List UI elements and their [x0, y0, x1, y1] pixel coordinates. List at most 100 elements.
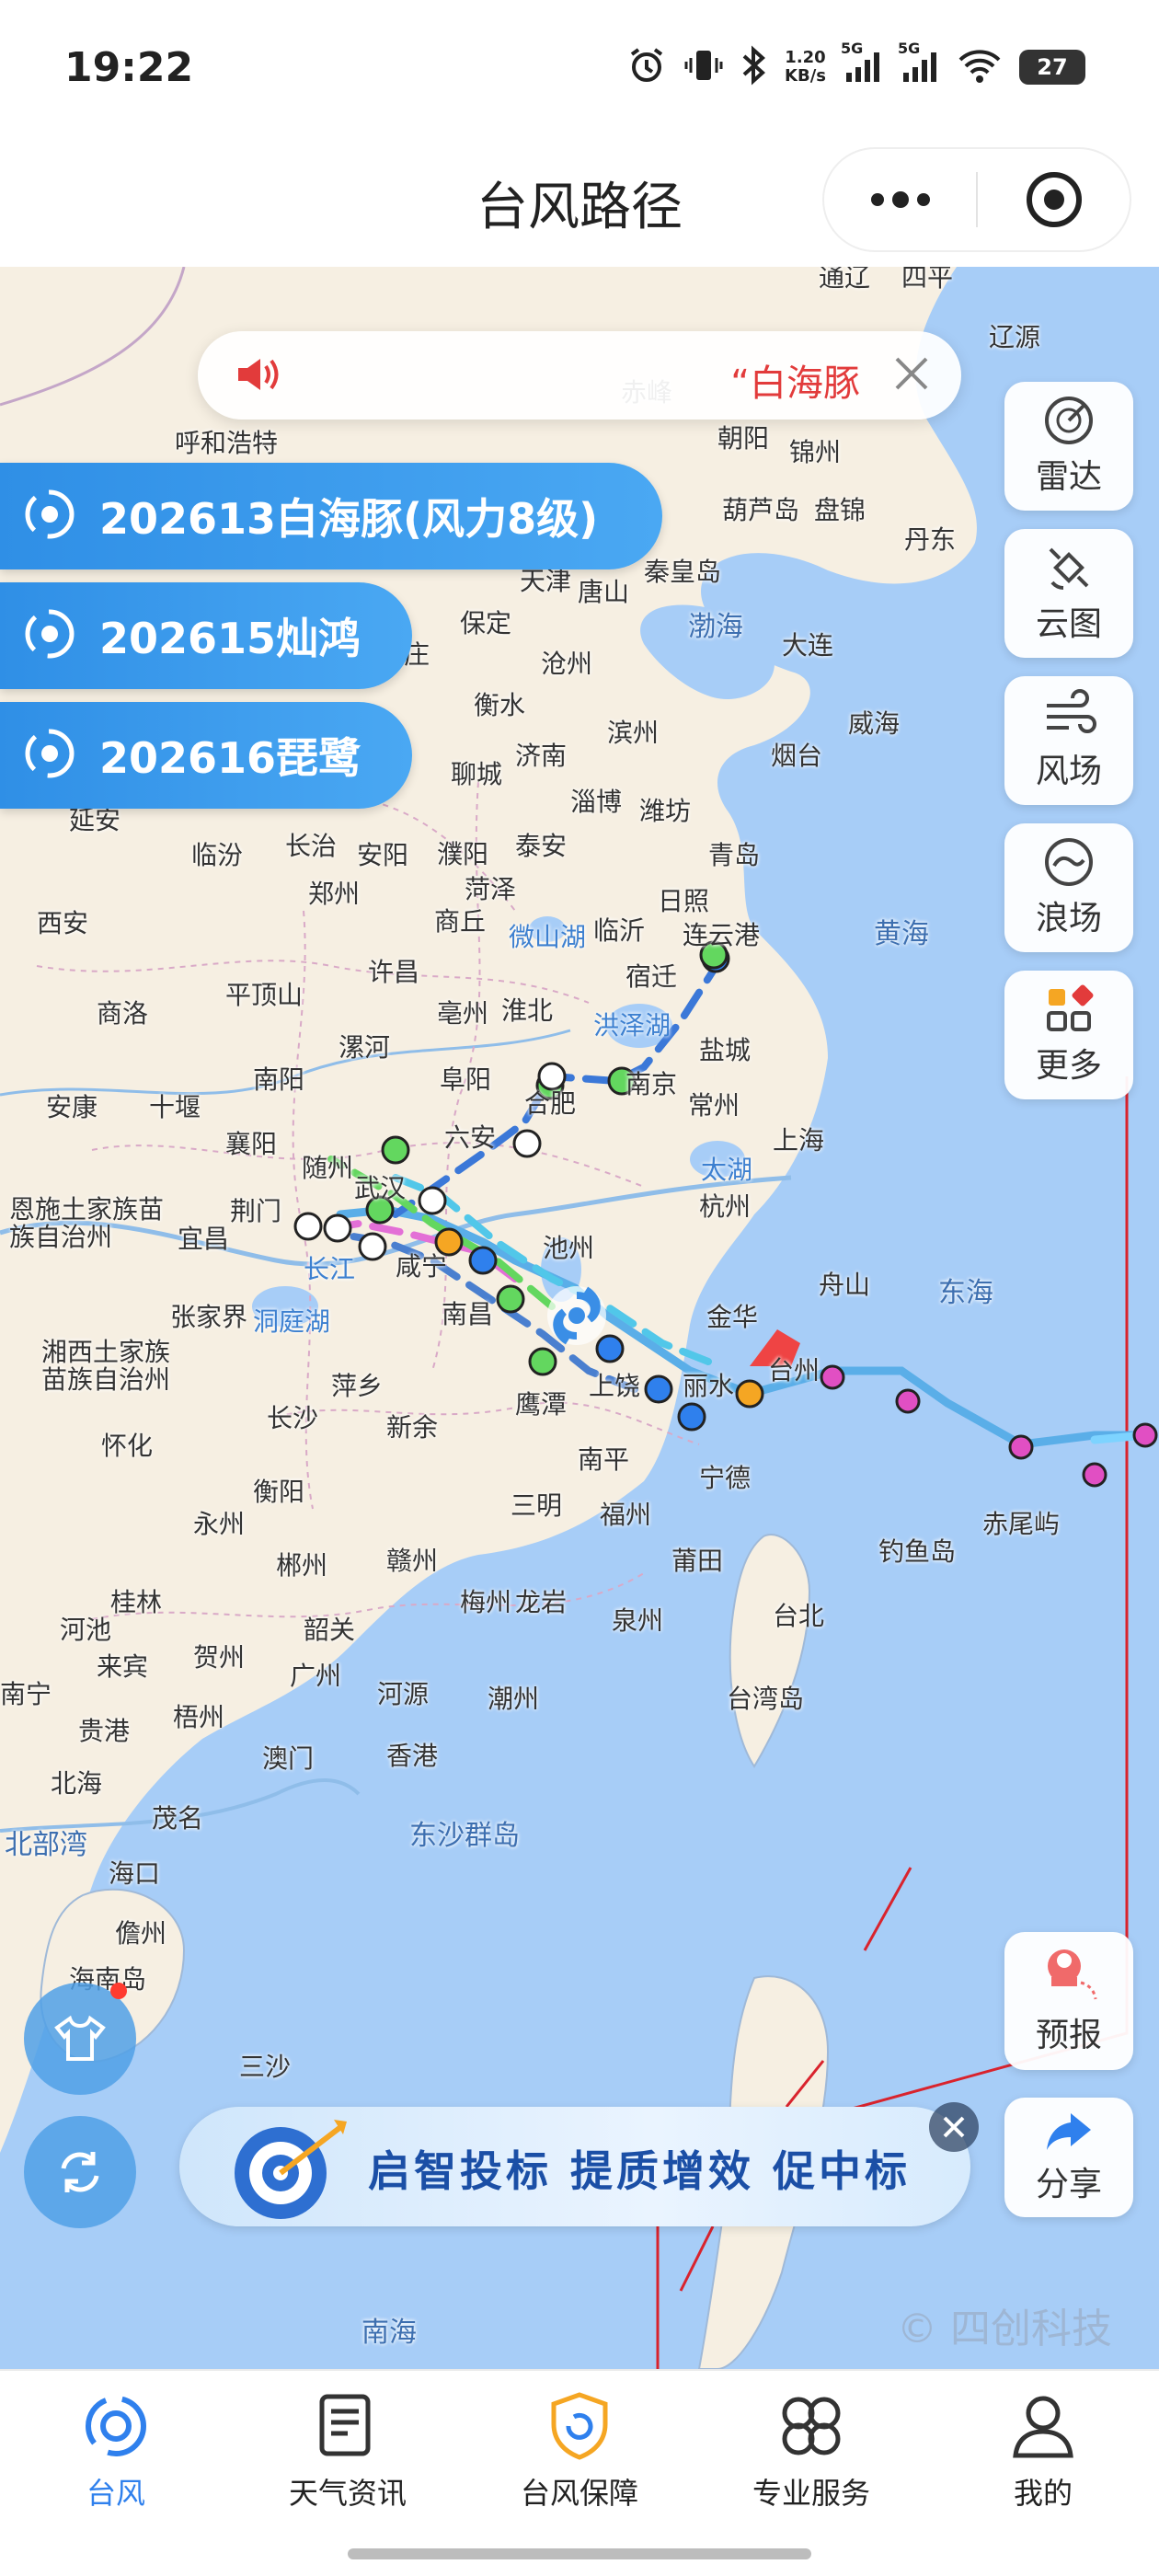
map-label: 许昌 [368, 957, 420, 987]
watermark: © 四创科技 [897, 2306, 1112, 2352]
map-label: 福州 [600, 1500, 652, 1530]
map-label: 武汉 [354, 1173, 407, 1203]
map-label: 张家界 [170, 1302, 248, 1332]
wifi-icon [957, 45, 1003, 89]
alarm-icon [626, 45, 667, 89]
map-label: 朝阳 [717, 423, 770, 454]
tab-typhoon-support[interactable]: 台风保障 [464, 2389, 695, 2527]
map-label: 呼和浩特 [175, 428, 279, 458]
map-label: 鹰潭 [515, 1389, 568, 1420]
map-label: 商洛 [97, 998, 149, 1029]
map-label: 荆门 [230, 1196, 282, 1226]
typhoon-item[interactable]: 202615灿鸿 [0, 582, 412, 689]
map-label: 菏泽 [465, 874, 517, 904]
map-label: 南昌 [442, 1299, 494, 1329]
map-label: 亳州 [437, 998, 489, 1029]
map-label: 怀化 [101, 1431, 154, 1461]
map-label: 安阳 [357, 840, 409, 870]
signal-label-2: 5G [898, 40, 921, 57]
map-label: 南海 [361, 2317, 417, 2349]
typhoon-item[interactable]: 202616琵鹭 [0, 702, 412, 809]
theme-button[interactable] [24, 1983, 136, 2095]
refresh-icon [61, 2152, 99, 2192]
map-label: 恩施土家族苗族自治州 [9, 1194, 165, 1252]
wave-icon [1045, 838, 1093, 886]
bluetooth-icon [740, 45, 768, 89]
map-label: 烟台 [771, 741, 823, 771]
map-label: 长江 [304, 1254, 356, 1284]
map-label: 宿迁 [625, 961, 678, 992]
map-label: 丹东 [904, 524, 957, 555]
tool-wave[interactable]: 浪场 [1004, 823, 1133, 952]
close-mini-program-button[interactable] [978, 149, 1130, 250]
map-label: 茂名 [152, 1803, 204, 1834]
typhoon-icon [86, 2396, 146, 2456]
tab-mine[interactable]: 我的 [927, 2389, 1159, 2527]
notification-dot [110, 1983, 127, 1999]
map-label: 滨州 [607, 718, 660, 748]
tool-cloud[interactable]: 云图 [1004, 529, 1133, 658]
forecaster-icon [1048, 1949, 1097, 2000]
map-label: 阜阳 [440, 1064, 492, 1095]
vibrate-icon [683, 45, 724, 89]
notice-bar[interactable]: “白海豚 [198, 331, 961, 420]
refresh-button[interactable] [24, 2116, 136, 2228]
map-label: 葫芦岛 [722, 495, 800, 525]
map-label: 十堰 [149, 1092, 201, 1122]
grid-more-icon [1047, 984, 1094, 1031]
map-label: 日照 [658, 886, 710, 916]
tab-weather-news[interactable]: 天气资讯 [232, 2389, 464, 2527]
map-label: 盘锦 [814, 495, 866, 525]
share-icon [1047, 2113, 1091, 2150]
map-label: 宁德 [699, 1463, 752, 1493]
tool-wind[interactable]: 风场 [1004, 676, 1133, 805]
map-label: 衡水 [474, 690, 526, 720]
map-label: 来宾 [97, 1651, 149, 1682]
typhoon-item[interactable]: 202613白海豚(风力8级) [0, 463, 662, 569]
wind-icon [1047, 689, 1096, 733]
map-label: 大连 [782, 630, 834, 661]
map-label: 儋州 [115, 1918, 167, 1949]
map-label: 东海 [938, 1277, 993, 1309]
map-label: 河源 [377, 1679, 430, 1709]
tool-radar[interactable]: 雷达 [1004, 382, 1133, 511]
typhoon-swirl-icon [22, 726, 77, 785]
shield-refresh-icon [551, 2392, 608, 2460]
ad-banner[interactable]: 启智投标 提质增效 促中标 [179, 2107, 970, 2226]
map-label: 四平 [901, 267, 954, 293]
map-label: 东沙群岛 [409, 1820, 520, 1852]
map-label: 湘西土家族苗族自治州 [41, 1337, 171, 1395]
map-label: 咸宁 [396, 1251, 448, 1282]
bottom-tab-bar: 台风 天气资讯 台风保障 专业服务 我的 [0, 2369, 1159, 2576]
tab-label: 台风保障 [520, 2476, 638, 2511]
app-header: 台风路径 [0, 138, 1159, 267]
map-label: 合肥 [524, 1088, 577, 1119]
tab-label: 专业服务 [752, 2476, 870, 2511]
map-label: 潍坊 [639, 796, 692, 826]
clover-icon [782, 2397, 841, 2455]
map-label: 青岛 [708, 840, 761, 870]
map-label: 锦州 [789, 437, 842, 467]
more-button[interactable] [824, 149, 976, 250]
ad-close-button[interactable] [929, 2102, 979, 2152]
map-label: 淮北 [501, 995, 554, 1026]
typhoon-label: 202615灿鸿 [99, 614, 361, 663]
map-label: 龙岩 [515, 1587, 568, 1617]
notice-close-button[interactable] [889, 351, 934, 399]
map-label: 澳门 [262, 1743, 315, 1774]
forecast-button[interactable]: 预报 [1004, 1932, 1133, 2070]
battery-icon: 27 [1019, 50, 1085, 85]
share-button[interactable]: 分享 [1004, 2098, 1133, 2217]
map-label: 济南 [515, 741, 568, 771]
tab-typhoon[interactable]: 台风 [0, 2389, 232, 2527]
map-label: 上海 [773, 1125, 825, 1156]
map-label: 平顶山 [225, 980, 304, 1010]
map-label: 广州 [290, 1661, 342, 1691]
map-label: 淄博 [570, 787, 623, 817]
tool-more[interactable]: 更多 [1004, 971, 1133, 1099]
map-label: 郴州 [276, 1550, 328, 1581]
tab-pro-service[interactable]: 专业服务 [695, 2389, 927, 2527]
map-label: 西安 [37, 908, 89, 938]
map-label: 衡阳 [253, 1477, 305, 1507]
map-label: 金华 [706, 1302, 759, 1332]
